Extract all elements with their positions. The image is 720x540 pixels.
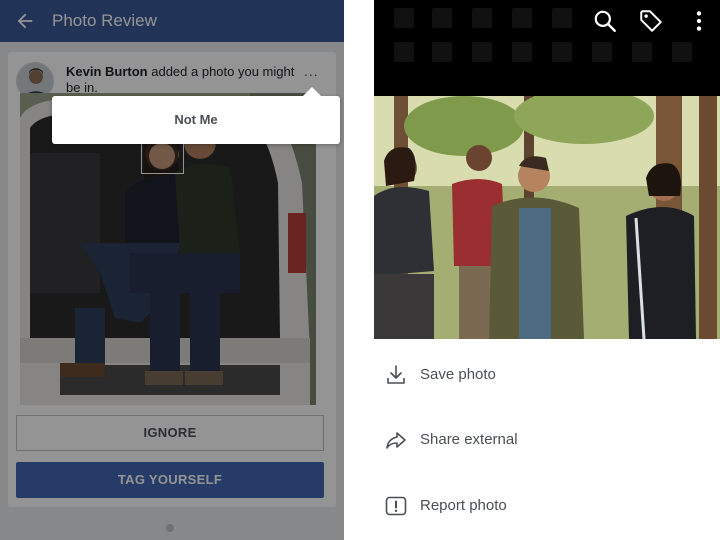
report-photo-label: Report photo	[420, 497, 507, 514]
not-me-popover: Not Me	[52, 87, 340, 144]
download-icon	[387, 365, 405, 384]
photo-review-screen: Photo Review Kevin Burton added a photo …	[0, 0, 344, 540]
viewer-photo[interactable]	[374, 96, 720, 339]
share-external-item[interactable]: Share external	[374, 409, 720, 471]
not-me-option[interactable]: Not Me	[52, 96, 340, 144]
report-icon	[385, 496, 407, 516]
viewer-header	[374, 0, 720, 96]
report-photo-item[interactable]: Report photo	[374, 475, 720, 537]
screenshot-stage: Photo Review Kevin Burton added a photo …	[0, 0, 720, 540]
more-vertical-icon[interactable]	[686, 8, 712, 34]
photo-viewer-screen: Save photo Share external Report photo	[374, 0, 720, 540]
save-photo-label: Save photo	[420, 366, 496, 383]
popover-caret	[303, 87, 321, 96]
search-icon[interactable]	[592, 8, 618, 34]
share-arrow-icon	[386, 432, 406, 449]
background-thumbnails	[388, 6, 720, 66]
save-photo-item[interactable]: Save photo	[374, 344, 720, 406]
tag-icon[interactable]	[638, 8, 664, 34]
share-external-label: Share external	[420, 431, 518, 448]
modal-overlay[interactable]	[0, 0, 344, 540]
